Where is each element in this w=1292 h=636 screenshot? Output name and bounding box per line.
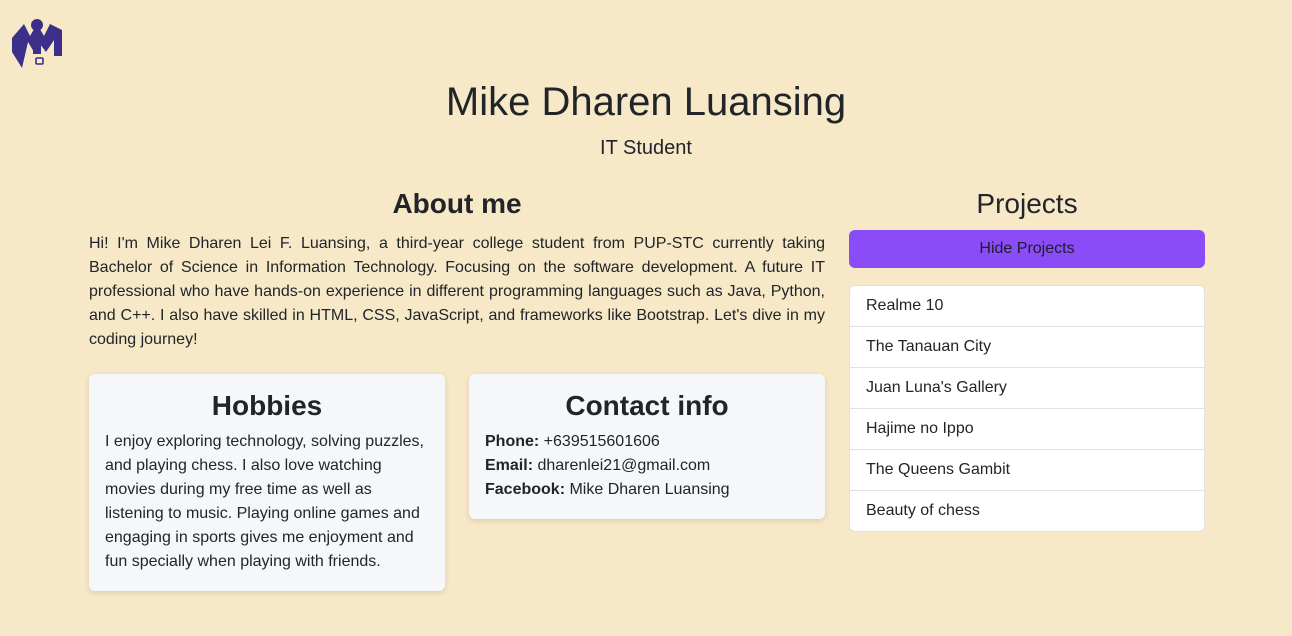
project-item[interactable]: Juan Luna's Gallery <box>850 368 1204 409</box>
m-logo-icon[interactable] <box>10 16 64 70</box>
hobbies-title: Hobbies <box>211 390 323 421</box>
contact-card: Contact info Phone: +639515601606 Email:… <box>469 374 825 519</box>
projects-section: Projects Hide Projects Realme 10 The Tan… <box>849 186 1205 532</box>
page-subtitle: IT Student <box>600 137 692 159</box>
facebook-label: Facebook: <box>485 481 566 498</box>
hobbies-text: I enjoy exploring technology, solving pu… <box>105 433 424 570</box>
email-label: Email: <box>485 457 534 474</box>
phone-value: +639515601606 <box>543 433 660 450</box>
project-item[interactable]: The Tanauan City <box>850 327 1204 368</box>
project-item[interactable]: Realme 10 <box>850 286 1204 327</box>
contact-title: Contact info <box>565 390 729 421</box>
contact-email-row: Email: dharenlei21@gmail.com <box>485 454 809 478</box>
contact-phone-row: Phone: +639515601606 <box>485 430 809 454</box>
email-value: dharenlei21@gmail.com <box>537 457 711 474</box>
projects-title: Projects <box>976 188 1078 219</box>
project-item[interactable]: Hajime no Ippo <box>850 409 1204 450</box>
project-item[interactable]: Beauty of chess <box>850 491 1204 531</box>
phone-label: Phone: <box>485 433 540 450</box>
about-section: About me Hi! I'm Mike Dharen Lei F. Luan… <box>89 186 825 352</box>
project-item[interactable]: The Queens Gambit <box>850 450 1204 491</box>
projects-list: Realme 10 The Tanauan City Juan Luna's G… <box>849 285 1205 532</box>
hide-projects-button[interactable]: Hide Projects <box>849 230 1205 268</box>
hobbies-card: Hobbies I enjoy exploring technology, so… <box>89 374 445 591</box>
contact-facebook-row: Facebook: Mike Dharen Luansing <box>485 478 809 502</box>
page-title: Mike Dharen Luansing <box>445 80 847 124</box>
about-title: About me <box>392 188 522 219</box>
facebook-value: Mike Dharen Luansing <box>569 481 730 498</box>
about-text: Hi! I'm Mike Dharen Lei F. Luansing, a t… <box>89 235 825 348</box>
page-header: Mike Dharen Luansing IT Student <box>0 78 1292 160</box>
